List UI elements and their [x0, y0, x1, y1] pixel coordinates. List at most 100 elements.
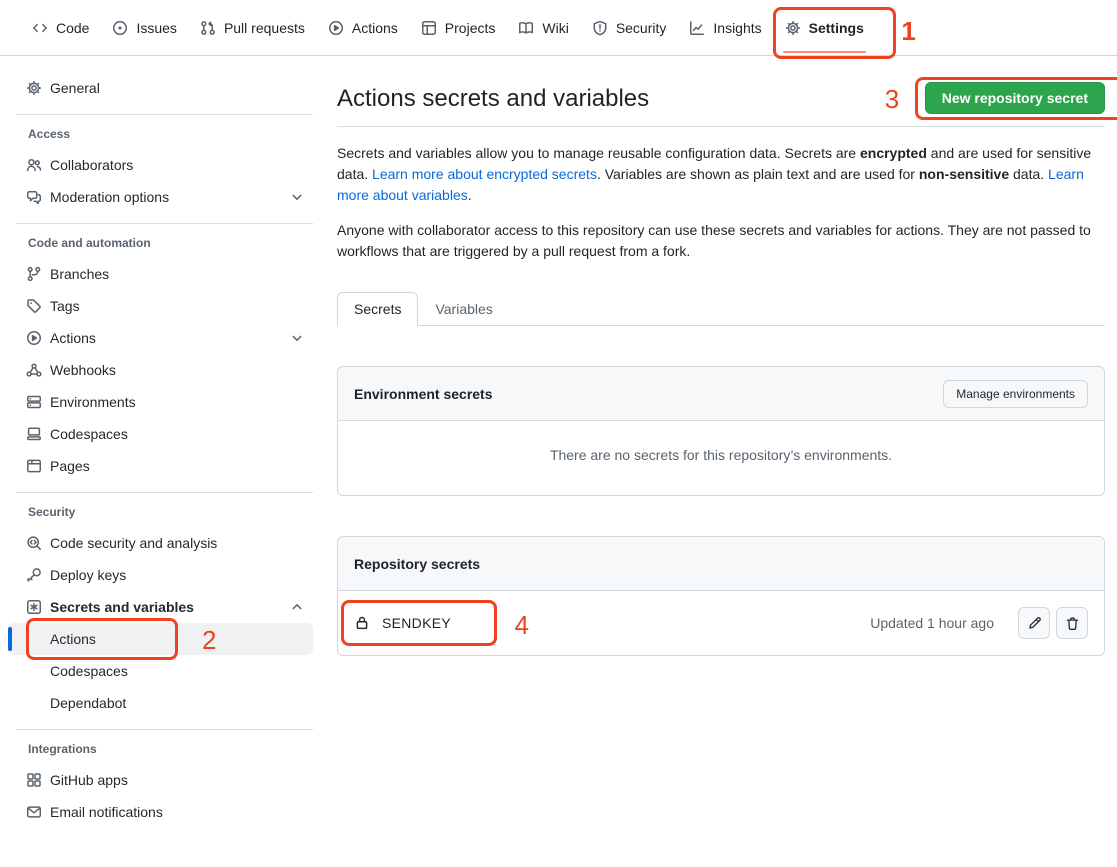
sidebar-item-deploy-keys[interactable]: Deploy keys — [8, 559, 313, 591]
sidebar-item-label: Actions — [50, 330, 96, 346]
nav-tab-label: Security — [616, 20, 667, 36]
nav-tab-wiki[interactable]: Wiki — [510, 0, 576, 56]
sidebar-item-email-notifications[interactable]: Email notifications — [8, 796, 313, 828]
sidebar-item-label: Actions — [50, 631, 96, 647]
pull-request-icon — [200, 20, 216, 36]
branch-icon — [26, 266, 42, 282]
manage-environments-button[interactable]: Manage environments — [943, 380, 1088, 408]
active-tab-underline — [783, 51, 866, 53]
chevron-down-icon — [289, 189, 305, 205]
sidebar-item-label: Email notifications — [50, 804, 163, 820]
sidebar-item-label: General — [50, 80, 100, 96]
sidebar-section-code-and-automation: Code and automation — [28, 236, 305, 250]
sidebar-item-collaborators[interactable]: Collaborators — [8, 149, 313, 181]
main-content: Actions secrets and variables 3 New repo… — [321, 56, 1117, 656]
tab-variables[interactable]: Variables — [418, 292, 509, 326]
secret-row: SENDKEY 4 Updated 1 hour ago — [338, 591, 1104, 655]
sidebar-item-label: Collaborators — [50, 157, 133, 173]
title-row: Actions secrets and variables 3 New repo… — [337, 82, 1105, 114]
trash-icon — [1065, 616, 1080, 631]
nav-tab-label: Wiki — [542, 20, 568, 36]
sidebar-item-codespaces[interactable]: Codespaces — [8, 418, 313, 450]
table-icon — [421, 20, 437, 36]
sidebar-item-codespaces[interactable]: Codespaces — [8, 655, 313, 687]
annotation-number-1: 1 — [901, 18, 915, 44]
nav-tab-label: Insights — [713, 20, 761, 36]
nav-tab-label: Actions — [352, 20, 398, 36]
code-icon — [32, 20, 48, 36]
browser-icon — [26, 458, 42, 474]
sidebar-item-label: Environments — [50, 394, 136, 410]
sidebar-item-branches[interactable]: Branches — [8, 258, 313, 290]
tag-icon — [26, 298, 42, 314]
sidebar-item-label: Pages — [50, 458, 90, 474]
sidebar-item-general[interactable]: General — [8, 72, 313, 104]
nav-tab-label: Settings — [809, 20, 864, 36]
text-run: . — [468, 187, 472, 203]
new-secret-button-wrap: 3 New repository secret — [925, 82, 1105, 114]
sidebar-item-tags[interactable]: Tags — [8, 290, 313, 322]
new-repository-secret-button[interactable]: New repository secret — [925, 82, 1105, 114]
play-icon — [26, 330, 42, 346]
nav-tab-projects[interactable]: Projects — [413, 0, 504, 56]
tab-secrets[interactable]: Secrets — [337, 292, 418, 326]
codespaces-icon — [26, 426, 42, 442]
environment-secrets-title: Environment secrets — [354, 386, 493, 402]
asterisk-icon — [26, 599, 42, 615]
nav-tab-security[interactable]: Security — [584, 0, 675, 56]
github-repo-settings-page: Code Issues Pull requests Actions Projects Wi… — [0, 0, 1117, 828]
text-run: Secrets and variables allow you to manag… — [337, 145, 860, 161]
delete-secret-button[interactable] — [1056, 607, 1088, 639]
sidebar-item-actions[interactable]: Actions 2 — [8, 623, 313, 655]
apps-icon — [26, 772, 42, 788]
annotation-number-3: 3 — [885, 86, 899, 112]
sidebar-item-label: GitHub apps — [50, 772, 128, 788]
server-icon — [26, 394, 42, 410]
sidebar-item-moderation-options[interactable]: Moderation options — [8, 181, 313, 213]
settings-sidebar: General Access Collaborators Moderation opt… — [0, 56, 321, 828]
shield-icon — [592, 20, 608, 36]
sidebar-item-code-security-and-analysis[interactable]: Code security and analysis — [8, 527, 313, 559]
nav-tab-code[interactable]: Code — [24, 0, 97, 56]
sidebar-item-label: Deploy keys — [50, 567, 126, 583]
settings-layout: General Access Collaborators Moderation opt… — [0, 56, 1117, 828]
nav-tab-label: Pull requests — [224, 20, 305, 36]
environment-secrets-empty-text: There are no secrets for this repository… — [338, 421, 1104, 495]
sidebar-section-access: Access — [28, 127, 305, 141]
nav-tab-pull-requests[interactable]: Pull requests — [192, 0, 313, 56]
sidebar-item-label: Code security and analysis — [50, 535, 217, 551]
sidebar-item-github-apps[interactable]: GitHub apps — [8, 764, 313, 796]
title-divider — [337, 126, 1105, 127]
sidebar-item-pages[interactable]: Pages — [8, 450, 313, 482]
nav-tab-actions[interactable]: Actions — [320, 0, 406, 56]
sidebar-item-label: Branches — [50, 266, 109, 282]
nav-tab-label: Projects — [445, 20, 496, 36]
sidebar-section-security: Security — [28, 505, 305, 519]
edit-secret-button[interactable] — [1018, 607, 1050, 639]
sidebar-item-secrets-and-variables[interactable]: Secrets and variables — [8, 591, 313, 623]
pencil-icon — [1027, 616, 1042, 631]
sidebar-item-label: Codespaces — [50, 426, 128, 442]
sidebar-item-webhooks[interactable]: Webhooks — [8, 354, 313, 386]
repository-secrets-header: Repository secrets — [338, 537, 1104, 591]
annotation-number-4: 4 — [515, 612, 529, 638]
nav-tab-label: Code — [56, 20, 89, 36]
sidebar-item-environments[interactable]: Environments — [8, 386, 313, 418]
annotation-number-2: 2 — [202, 627, 216, 653]
repo-nav-tabs: Code Issues Pull requests Actions Projects Wi… — [0, 0, 1117, 56]
sidebar-divider — [16, 492, 313, 493]
people-icon — [26, 157, 42, 173]
secret-row-actions: Updated 1 hour ago — [870, 607, 1088, 639]
nav-tab-insights[interactable]: Insights — [681, 0, 769, 56]
nav-tab-settings[interactable]: Settings1 — [777, 0, 872, 56]
nav-tab-issues[interactable]: Issues — [104, 0, 184, 56]
sidebar-divider — [16, 114, 313, 115]
sidebar-item-actions[interactable]: Actions — [8, 322, 313, 354]
inline-link[interactable]: Learn more about encrypted secrets — [372, 166, 597, 182]
secrets-variables-tabnav: Secrets Variables — [337, 292, 1105, 326]
secret-updated-text: Updated 1 hour ago — [870, 615, 994, 631]
sidebar-section-integrations: Integrations — [28, 742, 305, 756]
secret-name: SENDKEY — [382, 615, 451, 631]
sidebar-item-dependabot[interactable]: Dependabot — [8, 687, 313, 719]
page-title: Actions secrets and variables — [337, 83, 649, 114]
